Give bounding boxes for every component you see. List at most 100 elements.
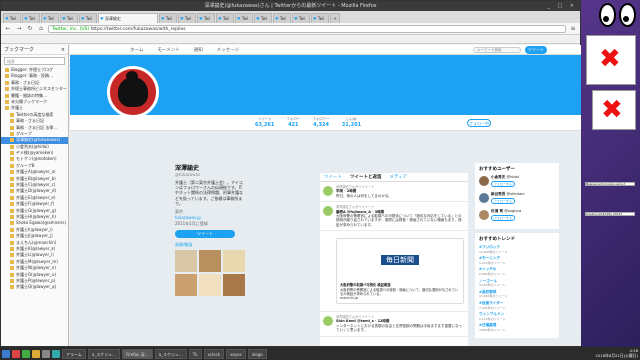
follow-user-button[interactable]: フォローする — [491, 181, 516, 187]
trend-item[interactable]: ノーゴール 3,020件のツイート — [479, 279, 555, 288]
suggested-user[interactable]: 杉浦 司 @sugiura フォローする — [479, 209, 555, 223]
tweet-avatar[interactable] — [323, 206, 333, 217]
nav-notifications[interactable]: 通知 — [194, 47, 203, 53]
media-header[interactable]: 画像/動画 — [175, 242, 245, 248]
suggested-user-name[interactable]: 杉浦 司 — [491, 209, 503, 213]
nav-messages[interactable]: メッセージ — [217, 47, 239, 53]
media-thumbnail[interactable] — [223, 250, 245, 273]
nav-moments[interactable]: モーメント — [157, 47, 179, 53]
trend-item[interactable]: ウインブルドン 2,110件のツイート — [479, 312, 555, 321]
launcher-icon[interactable] — [42, 349, 50, 358]
trend-item[interactable]: #モーニング 5,210件のツイート — [479, 256, 555, 265]
tweet-avatar[interactable] — [323, 315, 333, 326]
profile-stat[interactable]: いいね 31,201 — [342, 117, 361, 128]
window-titlebar[interactable]: 深澤諭史(@fukazawas)さん | Twitterからの最新ツイート - … — [1, 1, 580, 11]
sidebar-title[interactable]: ブックマーク — [4, 47, 34, 53]
browser-tab[interactable]: ♥ 深澤諭史 — [98, 13, 158, 23]
compose-tweet-button[interactable]: ツイート — [525, 46, 547, 54]
browser-tab[interactable]: ♥ Twi — [311, 13, 329, 23]
url-bar[interactable]: Twitter, Inc. (US) https://twitter.com/f… — [48, 24, 566, 33]
trend-item[interactable]: #日曜劇場 4,880件のツイート — [479, 323, 555, 332]
profile-avatar[interactable] — [107, 66, 159, 118]
taskbar-task[interactable]: a_スケジュ… — [87, 348, 121, 359]
browser-tab[interactable]: ♥ Twi — [41, 13, 59, 23]
notification-bubble-2[interactable]: birestyl-wp2016e 2016Y — [585, 212, 635, 216]
browser-tab[interactable]: ♥ Twi — [235, 13, 253, 23]
profile-stat[interactable]: フォロー 421 — [286, 117, 300, 128]
profile-name[interactable]: 深澤諭史 — [175, 163, 245, 172]
launcher-icon[interactable] — [32, 349, 40, 358]
taskbar-task[interactable]: xclock — [203, 348, 225, 359]
new-tab-button[interactable]: + — [330, 13, 340, 23]
suggested-user-avatar[interactable] — [479, 176, 489, 186]
browser-tab[interactable]: ♥ Twi — [216, 13, 234, 23]
browser-tab[interactable]: ♥ Twi — [197, 13, 215, 23]
timeline-tab[interactable]: ツイートと返信 — [350, 173, 382, 181]
suggested-user[interactable]: 小倉秀夫 @hidoi フォローする — [479, 175, 555, 189]
tweet[interactable]: 深澤諭史さんがリツイート 平岡 · 2時間 昨日、他の人は何をしてるのかな。 — [320, 182, 468, 203]
media-thumbnail[interactable] — [223, 274, 245, 297]
link-card[interactable]: 毎日新聞 大阪府警の取調べ可視化 検証報道 大阪府警の警察官による取調べの録音・録画… — [336, 238, 464, 304]
xlogo-window[interactable]: ✖ — [586, 35, 636, 85]
tweet-avatar[interactable] — [323, 186, 333, 196]
launcher-icon[interactable] — [2, 349, 10, 358]
suggested-user-name[interactable]: 新谷秀吾 — [491, 192, 505, 196]
browser-tab[interactable]: ♥ Twi — [159, 13, 177, 23]
bookmark-item[interactable]: 弁護士Q(@lawyer_q) — [1, 284, 68, 290]
taskbar-task[interactable]: Firefox 深… — [122, 348, 153, 359]
profile-stat[interactable]: ツイート 63,261 — [255, 117, 274, 128]
sidebar-search-input[interactable]: 検索 — [4, 57, 65, 65]
profile-handle[interactable]: @fukazawas — [175, 172, 245, 177]
window-controls[interactable]: _ □ × — [547, 1, 577, 11]
trend-item[interactable]: #イッテQ 8,900件のツイート — [479, 267, 555, 276]
media-thumbnail[interactable] — [175, 250, 197, 273]
trend-item[interactable]: #フジロック 12,400件のツイート — [479, 245, 555, 254]
trend-item[interactable]: #仮面ライダー 7,430件のツイート — [479, 301, 555, 310]
nav-home[interactable]: ホーム — [130, 47, 143, 53]
suggested-user-name[interactable]: 小倉秀夫 — [491, 175, 505, 179]
browser-tab[interactable]: ♥ Twi — [79, 13, 97, 23]
reload-button[interactable]: ↻ — [26, 25, 34, 33]
notification-bubble-1[interactable]: Bewear-add-mysql-using-t — [585, 182, 635, 186]
back-button[interactable]: ← — [4, 25, 12, 33]
media-thumbnail[interactable] — [199, 250, 221, 273]
suggested-user-avatar[interactable] — [479, 193, 489, 203]
media-thumbnail[interactable] — [199, 274, 221, 297]
taskbar-task[interactable]: a_スケジュ… — [154, 348, 187, 359]
browser-tab[interactable]: ♥ Twi — [60, 13, 78, 23]
tweet[interactable]: 深澤諭史さんがリツイート Shin Kemi @kemi_s · 12時間 インター… — [320, 312, 468, 337]
taskbar-clock[interactable]: 4:38 2018年8月21日(火曜日) — [595, 348, 638, 358]
profile-stat[interactable]: フォロワー 4,324 — [312, 117, 330, 128]
following-button[interactable]: フォロー中 — [467, 119, 491, 127]
sidebar-close-icon[interactable]: × — [61, 45, 65, 55]
browser-tab[interactable]: ♥ Twi — [273, 13, 291, 23]
timeline-tab[interactable]: メディア — [390, 173, 408, 181]
menu-button[interactable]: ≡ — [569, 25, 577, 33]
browser-tab[interactable]: ♥ Twi — [3, 13, 21, 23]
home-button[interactable]: ⌂ — [37, 25, 45, 33]
taskbar-task[interactable]: xeyes — [226, 348, 246, 359]
tweet-to-button[interactable]: ツイート — [175, 230, 235, 239]
twitter-search-input[interactable]: キーワード検索 — [473, 47, 521, 53]
suggested-user[interactable]: 新谷秀吾 @shintani フォローする — [479, 192, 555, 206]
taskbar-task[interactable]: xlogo — [247, 348, 267, 359]
launcher-icon[interactable] — [12, 349, 20, 358]
suggested-user-avatar[interactable] — [479, 210, 489, 220]
forward-button[interactable]: → — [15, 25, 23, 33]
media-thumbnail[interactable] — [175, 274, 197, 297]
browser-tab[interactable]: ♥ Twi — [254, 13, 272, 23]
tweet[interactable]: 深澤諭史さんがリツイート 藤原A @fujiwara_A · 3時間 大阪府警の警察… — [320, 202, 468, 232]
trend-item[interactable]: #高校野球 15,600件のツイート — [479, 290, 555, 299]
site-identity[interactable]: Twitter, Inc. (US) — [52, 27, 89, 32]
taskbar-task[interactable]: アラーム — [62, 348, 86, 359]
tweet[interactable]: 毎日新聞 大阪府警の取調べ可視化 検証報道 大阪府警の警察官による取調べの録音・録画… — [320, 231, 468, 312]
browser-tab[interactable]: ♥ Twi — [22, 13, 40, 23]
launcher-icon[interactable] — [52, 349, 60, 358]
timeline-tab[interactable]: ツイート — [324, 173, 342, 181]
browser-tab[interactable]: ♥ Twi — [178, 13, 196, 23]
taskbar-task[interactable]: Tk — [188, 348, 202, 359]
xlogo-window-2[interactable]: ✖ — [592, 90, 636, 130]
follow-user-button[interactable]: フォローする — [491, 215, 516, 221]
launcher-icon[interactable] — [22, 349, 30, 358]
follow-user-button[interactable]: フォローする — [491, 198, 516, 204]
